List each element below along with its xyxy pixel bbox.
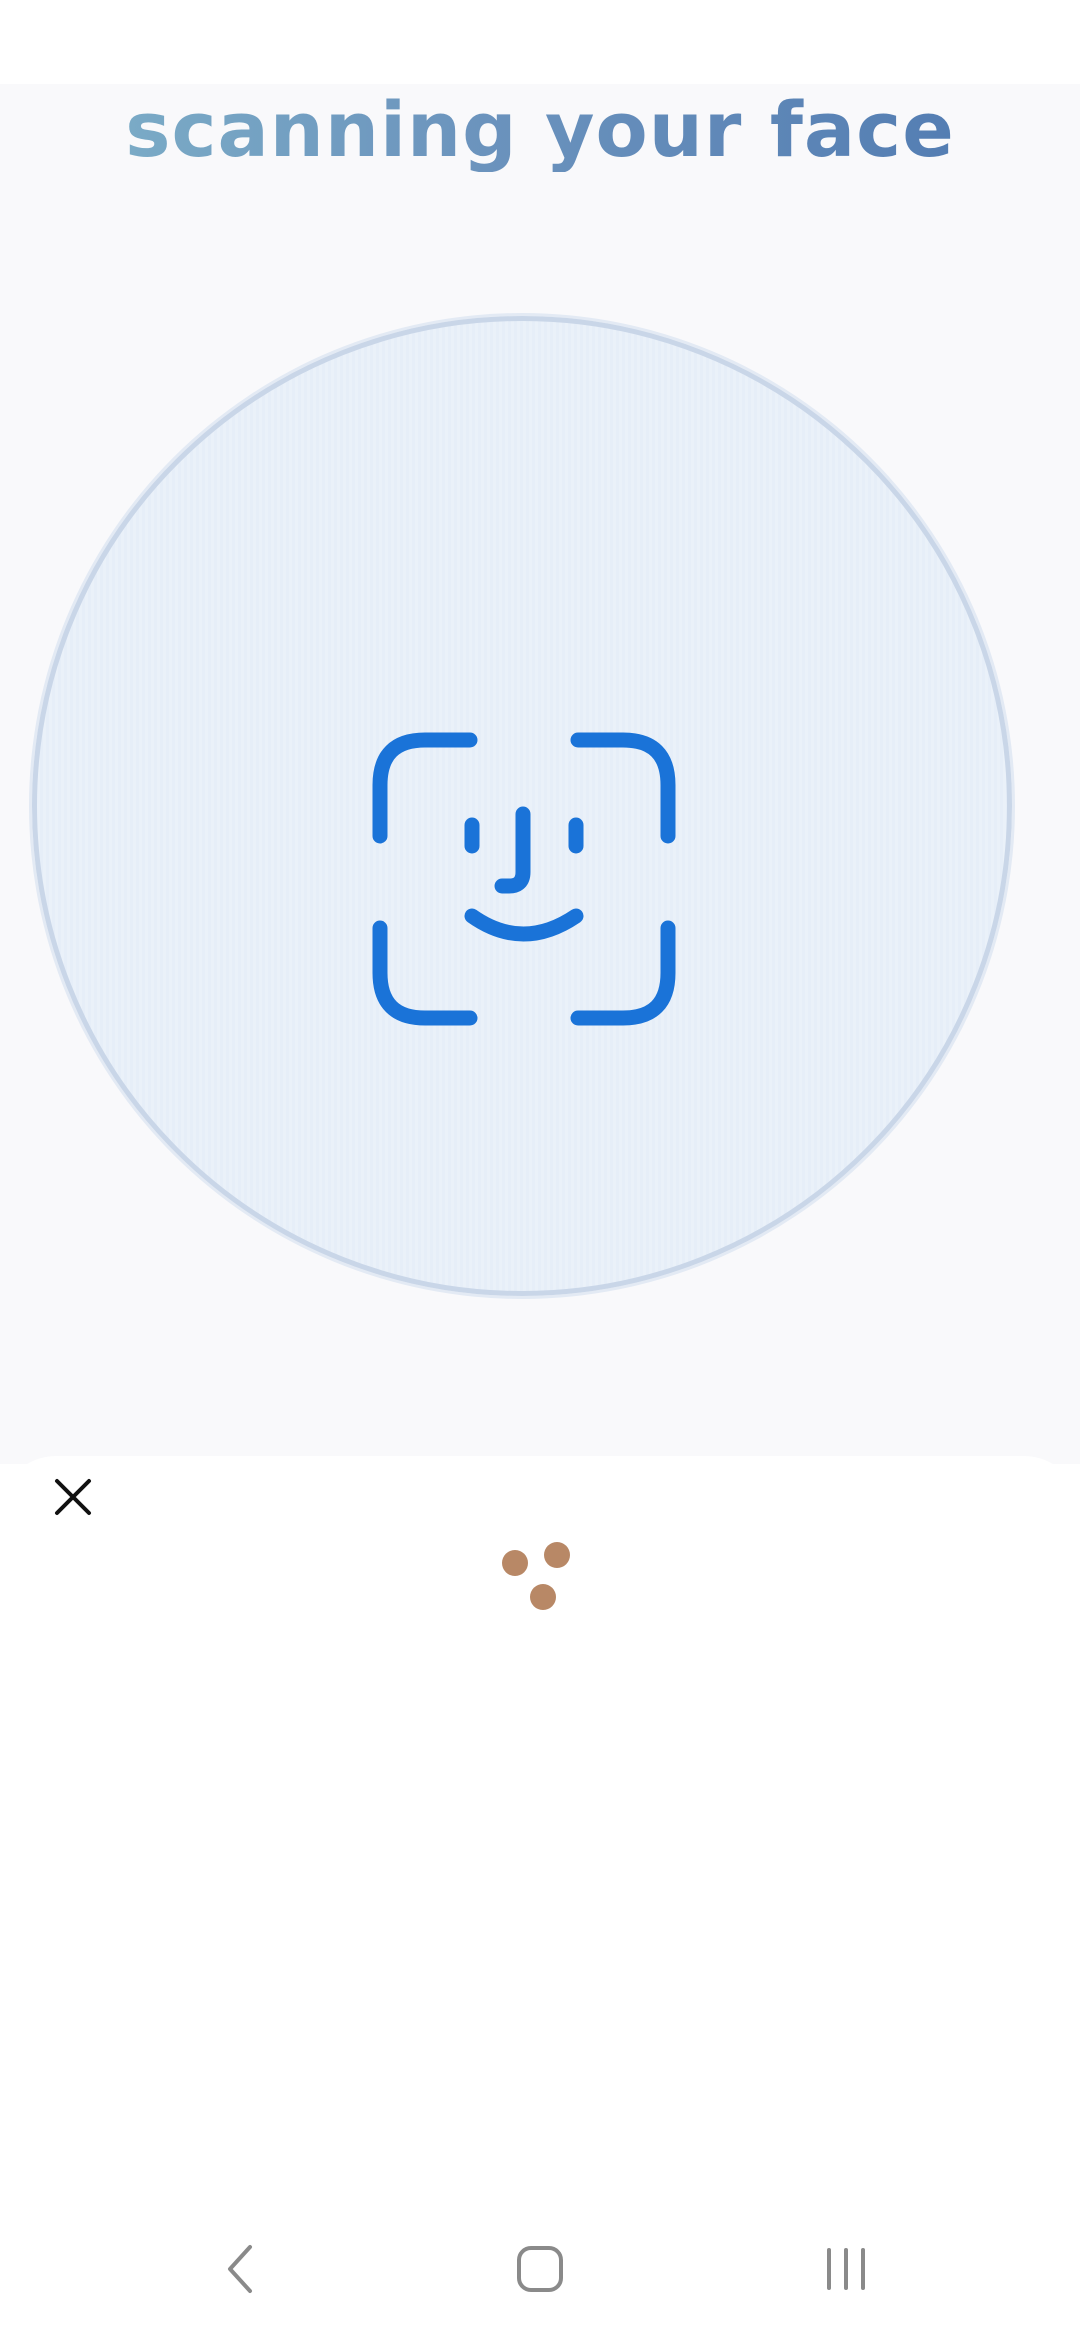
loader-dot bbox=[530, 1584, 556, 1610]
loader-dot bbox=[544, 1542, 570, 1568]
home-button[interactable] bbox=[500, 2236, 580, 2302]
loader-dot bbox=[502, 1550, 528, 1576]
loading-dots-icon bbox=[494, 1538, 574, 1618]
recents-icon bbox=[827, 2248, 865, 2290]
scan-title: scanning your face bbox=[0, 88, 1080, 172]
screen: scanning your face bbox=[0, 0, 1080, 2340]
close-button[interactable] bbox=[38, 1462, 108, 1532]
recents-button[interactable] bbox=[806, 2236, 886, 2302]
status-bar bbox=[0, 0, 1080, 84]
close-icon bbox=[55, 1479, 91, 1515]
home-icon bbox=[517, 2246, 563, 2292]
back-button[interactable] bbox=[200, 2236, 280, 2302]
back-icon bbox=[228, 2245, 252, 2293]
face-id-icon bbox=[370, 728, 680, 1038]
